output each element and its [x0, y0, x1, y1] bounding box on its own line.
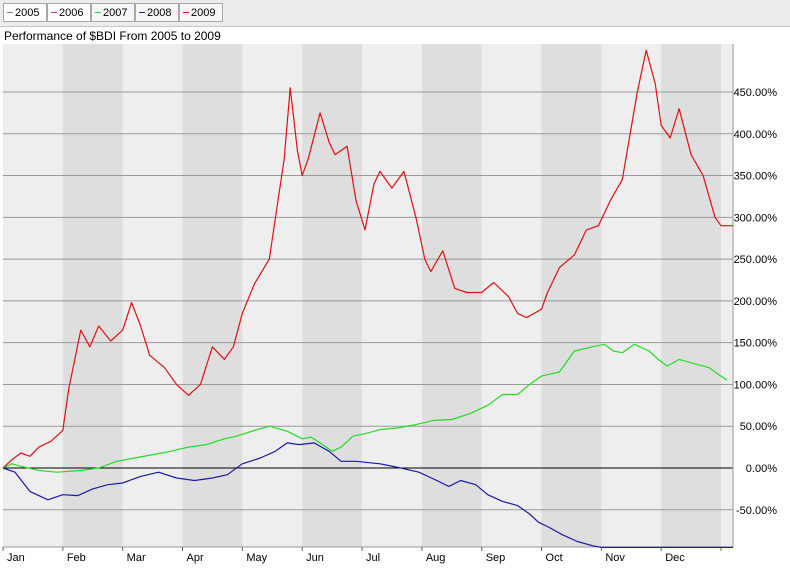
x-tick-label: Sep — [486, 552, 506, 564]
x-tick-label: Nov — [605, 552, 625, 564]
x-tick-label: Jul — [366, 552, 380, 564]
y-tick-label: 0.00% — [746, 463, 777, 475]
x-tick-label: Jun — [306, 552, 324, 564]
month-band — [122, 44, 183, 547]
y-tick-label: 250.00% — [734, 254, 778, 266]
month-band — [302, 44, 363, 547]
y-tick-label: 450.00% — [734, 87, 778, 99]
performance-chart: 450.00% 400.00% 350.00% 300.00% 250.00% 200.0… — [2, 44, 778, 564]
month-band — [362, 44, 422, 547]
x-tick-label: May — [246, 552, 267, 564]
month-band — [601, 44, 662, 547]
month-band — [721, 44, 733, 547]
month-band — [541, 44, 602, 547]
y-tick-label: 200.00% — [734, 296, 778, 308]
x-tick-label: Feb — [67, 552, 86, 564]
x-tick-label: Oct — [546, 552, 563, 564]
x-axis-labels: Jan Feb Mar Apr May Jun Jul Aug Sep Oct Nov Dec — [7, 552, 685, 564]
x-tick-label: Jan — [7, 552, 25, 564]
x-tick-label: Aug — [426, 552, 446, 564]
y-tick-label: 100.00% — [734, 379, 778, 391]
x-tick-label: Mar — [127, 552, 146, 564]
x-tick-label: Apr — [187, 552, 204, 564]
y-tick-label: 400.00% — [734, 129, 778, 141]
month-band — [182, 44, 243, 547]
y-tick-label: -50.00% — [736, 505, 777, 517]
month-band — [421, 44, 482, 547]
x-tick-label: Dec — [665, 552, 685, 564]
month-band — [481, 44, 542, 547]
month-band — [242, 44, 303, 547]
y-tick-label: 150.00% — [734, 338, 778, 350]
y-tick-label: 350.00% — [734, 171, 778, 183]
y-tick-label: 50.00% — [740, 421, 778, 433]
y-axis-labels: 450.00% 400.00% 350.00% 300.00% 250.00% 200.0… — [734, 87, 778, 517]
month-band — [661, 44, 722, 547]
y-tick-label: 300.00% — [734, 212, 778, 224]
month-bands — [3, 44, 733, 547]
